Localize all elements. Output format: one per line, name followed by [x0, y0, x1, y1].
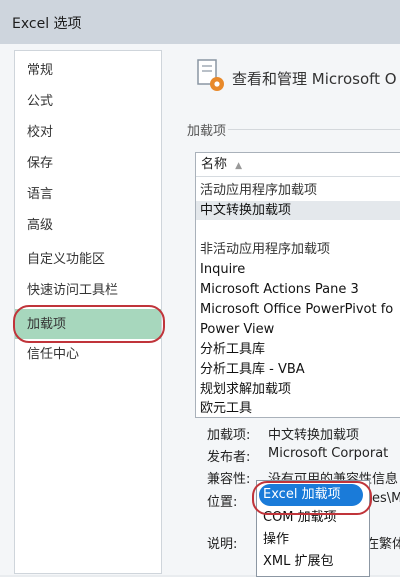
addins-gear-icon: [197, 59, 224, 91]
sidebar-item-save[interactable]: 保存: [27, 154, 53, 174]
column-header-label: 名称: [201, 157, 228, 172]
list-item[interactable]: Power View: [200, 320, 274, 339]
sidebar-item-language[interactable]: 语言: [27, 185, 53, 205]
list-item[interactable]: 分析工具库: [200, 340, 265, 359]
sidebar-item-trust-center[interactable]: 信任中心: [27, 345, 79, 365]
sidebar-item-formulas[interactable]: 公式: [27, 92, 53, 112]
detail-publisher-label: 发布者:: [207, 450, 251, 465]
list-item[interactable]: Microsoft Office PowerPivot fo: [200, 300, 393, 319]
detail-addin-value: 中文转换加载项: [268, 428, 360, 443]
detail-location-value: es\M: [372, 491, 400, 506]
detail-addin-label: 加载项:: [207, 428, 251, 443]
detail-location-label: 位置:: [207, 495, 238, 510]
list-group-active: 活动应用程序加载项: [200, 183, 318, 198]
list-item[interactable]: 中文转换加载项: [196, 201, 400, 220]
detail-desc-value: 在繁体: [366, 537, 400, 552]
addins-list[interactable]: 名称 ▲ 活动应用程序加载项 中文转换加载项 非活动应用程序加载项 Inquir…: [195, 152, 400, 418]
column-header-name[interactable]: 名称 ▲: [196, 153, 400, 177]
sort-up-icon: ▲: [235, 161, 243, 171]
sidebar-item-customize-ribbon[interactable]: 自定义功能区: [27, 250, 105, 270]
window-title: Excel 选项: [12, 16, 82, 32]
detail-publisher-value: Microsoft Corporat: [268, 446, 389, 461]
sidebar-item-quick-access-toolbar[interactable]: 快速访问工具栏: [27, 281, 118, 301]
detail-desc-label: 说明:: [207, 537, 238, 552]
sidebar-item-advanced[interactable]: 高级: [27, 216, 53, 236]
detail-compat-label: 兼容性:: [207, 472, 251, 487]
sidebar-item-general[interactable]: 常规: [27, 61, 53, 81]
page-title: 查看和管理 Microsoft O: [232, 70, 397, 88]
dropdown-option-xml-expansion-packs[interactable]: XML 扩展包: [263, 552, 334, 572]
annotation-ring-addins: [13, 305, 165, 343]
title-bar: Excel 选项: [0, 0, 400, 45]
section-divider: [228, 129, 400, 130]
section-label: 加载项: [187, 124, 227, 139]
list-item[interactable]: Inquire: [200, 260, 245, 279]
list-group-inactive: 非活动应用程序加载项: [200, 242, 331, 257]
list-item[interactable]: Microsoft Actions Pane 3: [200, 280, 359, 299]
list-item[interactable]: 规划求解加载项: [200, 380, 291, 399]
dropdown-option-actions[interactable]: 操作: [263, 530, 289, 550]
list-item[interactable]: 欧元工具: [200, 399, 252, 417]
list-item[interactable]: 分析工具库 - VBA: [200, 360, 305, 379]
annotation-ring-dropdown: [252, 481, 372, 515]
sidebar-item-proofing[interactable]: 校对: [27, 123, 53, 143]
